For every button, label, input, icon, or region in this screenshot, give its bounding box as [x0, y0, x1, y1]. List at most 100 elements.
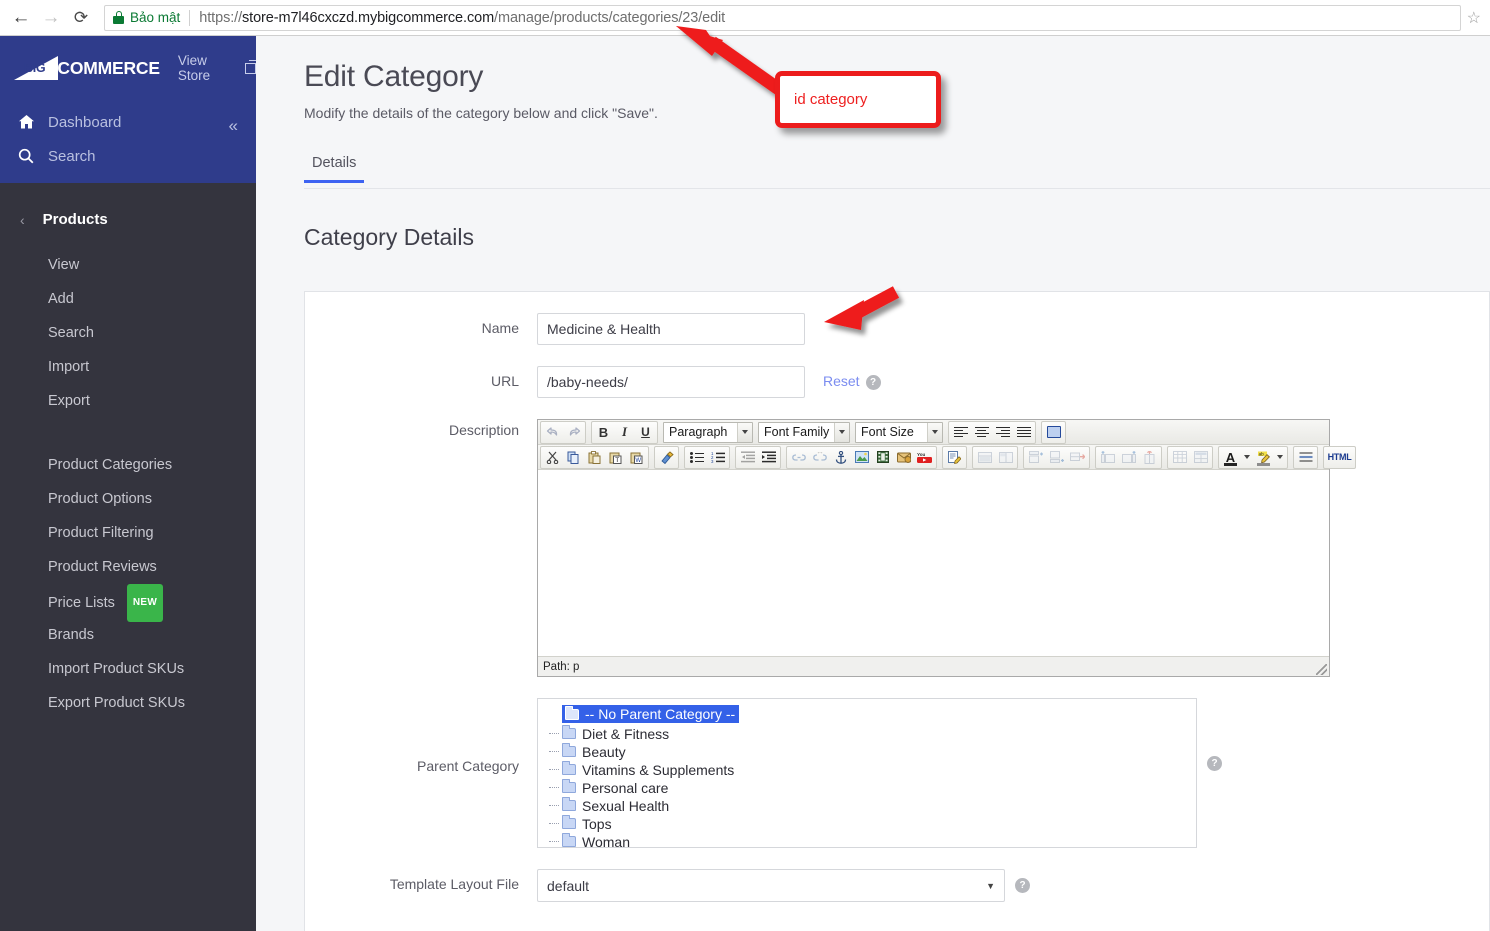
sidebar-item-import[interactable]: Import [0, 350, 256, 384]
italic-icon[interactable]: I [614, 422, 635, 443]
edit-source-icon[interactable] [944, 447, 965, 468]
text-color-icon[interactable]: A [1220, 447, 1241, 468]
help-icon-template-layout[interactable]: ? [1015, 878, 1030, 893]
youtube-icon[interactable]: You [914, 447, 935, 468]
sidebar-item-brands[interactable]: Brands [0, 618, 256, 652]
paste-text-icon[interactable]: T [605, 447, 626, 468]
sidebar-item-export[interactable]: Export [0, 384, 256, 418]
sidebar-section-products[interactable]: ‹ Products [0, 183, 256, 228]
chevron-down-icon[interactable] [737, 422, 752, 442]
align-justify-icon[interactable] [1013, 422, 1034, 443]
col-before-icon[interactable] [1097, 447, 1118, 468]
insert-image-icon[interactable] [851, 447, 872, 468]
html-source-icon[interactable]: HTML [1325, 447, 1354, 468]
paste-word-icon[interactable]: W [626, 447, 647, 468]
list-item[interactable]: Woman [544, 833, 1196, 847]
list-item[interactable]: -- No Parent Category -- [562, 705, 740, 723]
insert-table-icon[interactable] [1169, 447, 1190, 468]
paste-icon[interactable] [584, 447, 605, 468]
fullscreen-icon[interactable] [1043, 422, 1064, 443]
reload-icon[interactable]: ⟳ [66, 3, 96, 33]
background-color-icon[interactable]: ab [1253, 447, 1274, 468]
collapse-sidebar-icon[interactable]: « [229, 116, 238, 136]
sidebar-item-product-categories[interactable]: Product Categories [0, 448, 256, 482]
template-layout-select[interactable]: default ▼ [537, 869, 1005, 902]
bullet-list-icon[interactable] [686, 447, 707, 468]
address-bar[interactable]: Bảo mật https://store-m7l46cxczd.mybigco… [104, 4, 1461, 31]
list-item[interactable]: Tops [544, 815, 1196, 833]
sidebar-item-dashboard[interactable]: Dashboard [0, 105, 256, 139]
sidebar-item-search-products[interactable]: Search [0, 316, 256, 350]
name-input[interactable] [537, 313, 805, 345]
font-size-select[interactable]: Font Size [855, 421, 943, 443]
url-input[interactable] [537, 366, 805, 398]
align-right-icon[interactable] [992, 422, 1013, 443]
align-center-icon[interactable] [971, 422, 992, 443]
folder-icon [562, 815, 576, 829]
sidebar-item-search[interactable]: Search [0, 139, 256, 173]
help-icon-parent-category[interactable]: ? [1207, 756, 1222, 771]
paragraph-format-select[interactable]: Paragraph [663, 421, 753, 443]
list-item[interactable]: Personal care [544, 779, 1196, 797]
redo-icon[interactable] [563, 422, 584, 443]
clean-format-icon[interactable] [656, 447, 677, 468]
sidebar-item-product-reviews[interactable]: Product Reviews [0, 550, 256, 584]
tab-details[interactable]: Details [304, 155, 365, 183]
merge-cells-icon[interactable] [974, 447, 995, 468]
reset-link[interactable]: Reset [823, 373, 860, 389]
sidebar-item-add[interactable]: Add [0, 282, 256, 316]
underline-icon[interactable]: U [635, 422, 656, 443]
delete-row-icon[interactable] [1067, 447, 1088, 468]
sidebar-item-view[interactable]: View [0, 248, 256, 282]
sidebar-item-import-product-skus[interactable]: Import Product SKUs [0, 652, 256, 686]
sidebar-item-export-product-skus[interactable]: Export Product SKUs [0, 686, 256, 720]
cut-icon[interactable] [542, 447, 563, 468]
sidebar-divider-gap [0, 418, 256, 448]
unlink-icon[interactable] [809, 447, 830, 468]
list-item[interactable]: Vitamins & Supplements [544, 761, 1196, 779]
outdent-icon[interactable] [737, 447, 758, 468]
row-after-icon[interactable] [1046, 447, 1067, 468]
editor-resize-grip[interactable] [1316, 664, 1327, 675]
text-color-dropdown-icon[interactable] [1241, 447, 1253, 468]
align-left-icon[interactable] [950, 422, 971, 443]
bold-icon[interactable]: B [593, 422, 614, 443]
editor-status-bar: Path: p [538, 657, 1329, 676]
help-icon-url[interactable]: ? [865, 375, 881, 390]
back-icon[interactable]: ← [6, 3, 36, 33]
link-icon[interactable] [788, 447, 809, 468]
star-icon[interactable]: ☆ [1467, 8, 1481, 28]
view-store-link[interactable]: View Store [178, 53, 258, 83]
sidebar-item-product-filtering[interactable]: Product Filtering [0, 516, 256, 550]
row-before-icon[interactable] [1025, 447, 1046, 468]
col-after-icon[interactable] [1118, 447, 1139, 468]
chevron-down-icon[interactable] [834, 422, 849, 442]
table-props-icon[interactable] [1190, 447, 1211, 468]
insert-media-icon[interactable] [872, 447, 893, 468]
chevron-down-icon[interactable] [927, 422, 942, 442]
rich-text-editor[interactable]: B I U Paragraph Font Family Font Size T … [537, 419, 1356, 677]
forward-icon[interactable]: → [36, 3, 66, 33]
editor-content-area[interactable] [538, 470, 1329, 657]
horizontal-rule-icon[interactable] [1295, 447, 1316, 468]
omnibox-divider [189, 9, 191, 26]
list-item[interactable]: Diet & Fitness [544, 725, 1196, 743]
parent-category-tree[interactable]: -- No Parent Category -- Diet & Fitness … [537, 698, 1197, 848]
numbered-list-icon[interactable]: 123 [707, 447, 728, 468]
delete-col-icon[interactable] [1139, 447, 1160, 468]
anchor-icon[interactable] [830, 447, 851, 468]
undo-icon[interactable] [542, 422, 563, 443]
list-item[interactable]: Beauty [544, 743, 1196, 761]
split-cells-icon[interactable] [995, 447, 1016, 468]
chevron-down-icon[interactable]: ▼ [986, 881, 995, 891]
indent-icon[interactable] [758, 447, 779, 468]
sidebar-item-price-lists[interactable]: Price Lists NEW [0, 584, 256, 622]
sidebar-item-product-options[interactable]: Product Options [0, 482, 256, 516]
copy-icon[interactable] [563, 447, 584, 468]
brand-row[interactable]: BIG COMMERCE View Store [0, 36, 258, 83]
chevron-left-icon[interactable]: ‹ [20, 212, 25, 228]
background-color-dropdown-icon[interactable] [1274, 447, 1286, 468]
insert-email-icon[interactable] [893, 447, 914, 468]
list-item[interactable]: Sexual Health [544, 797, 1196, 815]
font-family-select[interactable]: Font Family [758, 421, 850, 443]
